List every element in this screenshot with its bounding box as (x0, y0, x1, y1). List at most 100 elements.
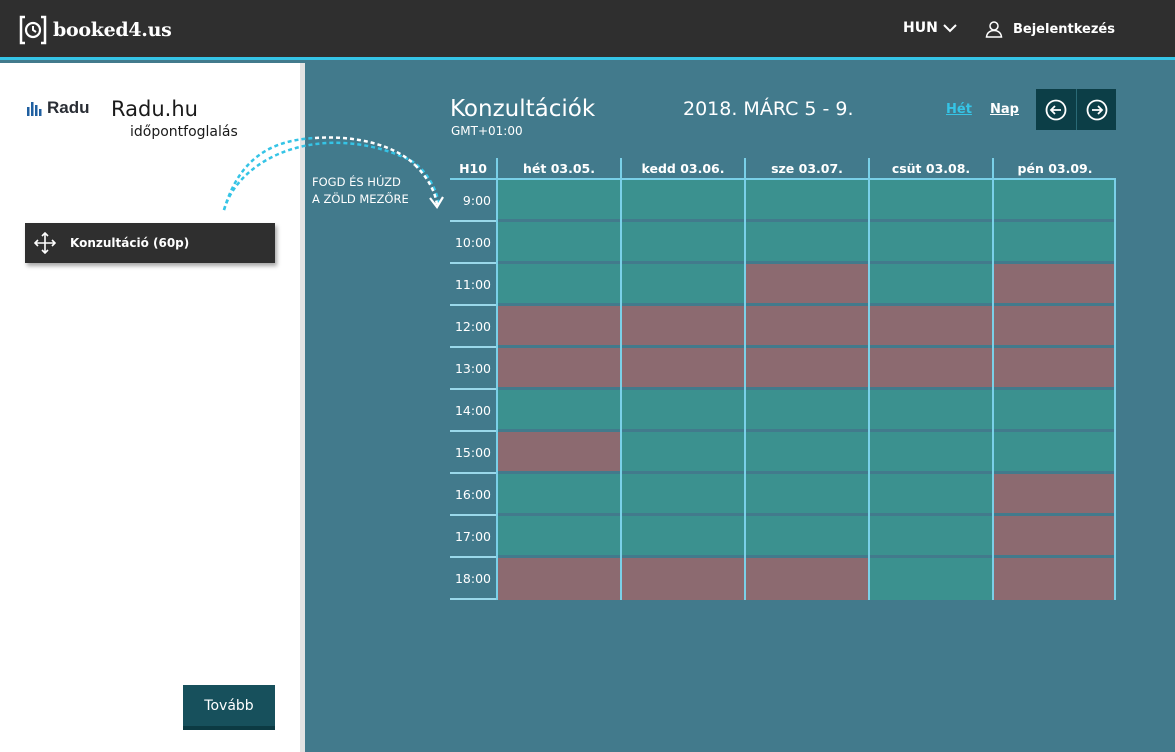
free-slot[interactable] (496, 264, 620, 306)
free-slot[interactable] (992, 390, 1116, 432)
free-slot[interactable] (992, 222, 1116, 264)
free-slot[interactable] (744, 474, 868, 516)
move-icon (34, 232, 56, 254)
bar-chart-logo-icon (27, 102, 42, 116)
free-slot[interactable] (744, 222, 868, 264)
slot-fill[interactable] (994, 432, 1114, 471)
date-range: 2018. MÁRC 5 - 9. (683, 98, 854, 120)
slot-fill (746, 306, 868, 345)
timezone-label: GMT+01:00 (451, 124, 523, 138)
slot-fill[interactable] (498, 474, 620, 513)
free-slot[interactable] (620, 390, 744, 432)
view-week-link[interactable]: Hét (946, 102, 972, 117)
booked-slot (744, 306, 868, 348)
slot-fill (498, 348, 620, 387)
free-slot[interactable] (496, 474, 620, 516)
company-logo: Radu (27, 99, 90, 116)
free-slot[interactable] (744, 180, 868, 222)
slot-fill (994, 264, 1114, 303)
slot-fill[interactable] (994, 390, 1114, 429)
free-slot[interactable] (620, 264, 744, 306)
brand[interactable]: booked4.us (19, 15, 172, 45)
free-slot[interactable] (744, 390, 868, 432)
slot-fill[interactable] (746, 390, 868, 429)
day-header: csüt 03.08. (868, 158, 992, 178)
slot-fill[interactable] (746, 474, 868, 513)
slot-fill[interactable] (622, 516, 744, 555)
slot-fill[interactable] (870, 264, 992, 303)
free-slot[interactable] (620, 516, 744, 558)
slot-fill[interactable] (622, 390, 744, 429)
calendar-body: 9:00 10:00 11:00 12:00 13:00 14:00 15:00 16:00 1… (450, 180, 1116, 600)
free-slot[interactable] (496, 222, 620, 264)
day-header: pén 03.09. (992, 158, 1116, 178)
top-bar: booked4.us HUN Bejelentkezés (0, 0, 1175, 60)
booked-slot (620, 348, 744, 390)
slot-fill[interactable] (870, 390, 992, 429)
free-slot[interactable] (620, 222, 744, 264)
login-label: Bejelentkezés (1013, 21, 1115, 37)
slot-fill[interactable] (622, 180, 744, 219)
language-label: HUN (903, 20, 938, 36)
slot-fill[interactable] (498, 222, 620, 261)
free-slot[interactable] (992, 180, 1116, 222)
slot-fill[interactable] (622, 264, 744, 303)
slot-fill[interactable] (994, 222, 1114, 261)
free-slot[interactable] (620, 180, 744, 222)
slot-fill[interactable] (746, 180, 868, 219)
previous-week-button[interactable] (1036, 89, 1076, 130)
free-slot[interactable] (744, 516, 868, 558)
free-slot[interactable] (868, 264, 992, 306)
booked-slot (744, 348, 868, 390)
free-slot[interactable] (868, 390, 992, 432)
booked-slot (992, 348, 1116, 390)
slot-fill (622, 306, 744, 345)
slot-fill[interactable] (870, 516, 992, 555)
time-label: 16:00 (450, 474, 496, 516)
slot-fill[interactable] (498, 516, 620, 555)
next-week-button[interactable] (1076, 89, 1116, 130)
slot-fill[interactable] (746, 222, 868, 261)
language-selector[interactable]: HUN (903, 20, 957, 36)
free-slot[interactable] (868, 222, 992, 264)
slot-fill[interactable] (870, 558, 992, 600)
login-link[interactable]: Bejelentkezés (985, 20, 1115, 38)
free-slot[interactable] (496, 180, 620, 222)
free-slot[interactable] (496, 516, 620, 558)
slot-fill[interactable] (870, 432, 992, 471)
booked-slot (868, 348, 992, 390)
time-label: 15:00 (450, 432, 496, 474)
free-slot[interactable] (868, 180, 992, 222)
free-slot[interactable] (744, 432, 868, 474)
slot-fill[interactable] (622, 474, 744, 513)
service-draggable[interactable]: Konzultáció (60p) (25, 223, 275, 263)
company-name: Radu.hu (111, 97, 198, 121)
drag-hint-line2: A ZÖLD MEZŐRE (312, 192, 409, 206)
slot-fill[interactable] (746, 432, 868, 471)
free-slot[interactable] (992, 432, 1116, 474)
slot-fill[interactable] (746, 516, 868, 555)
slot-fill[interactable] (870, 222, 992, 261)
free-slot[interactable] (868, 558, 992, 600)
free-slot[interactable] (868, 516, 992, 558)
free-slot[interactable] (868, 474, 992, 516)
day-header: hét 03.05. (496, 158, 620, 178)
free-slot[interactable] (868, 432, 992, 474)
view-day-link[interactable]: Nap (990, 102, 1019, 117)
slot-fill[interactable] (498, 264, 620, 303)
slot-fill[interactable] (870, 474, 992, 513)
slot-fill (994, 516, 1114, 555)
time-row: 16:00 (450, 474, 1116, 516)
free-slot[interactable] (620, 432, 744, 474)
free-slot[interactable] (620, 474, 744, 516)
next-button[interactable]: Tovább (183, 685, 275, 730)
day-header: sze 03.07. (744, 158, 868, 178)
slot-fill[interactable] (498, 390, 620, 429)
slot-fill[interactable] (994, 180, 1114, 219)
free-slot[interactable] (496, 390, 620, 432)
chevron-down-icon (943, 24, 957, 33)
slot-fill[interactable] (622, 432, 744, 471)
slot-fill[interactable] (622, 222, 744, 261)
slot-fill[interactable] (870, 180, 992, 219)
slot-fill[interactable] (498, 180, 620, 219)
